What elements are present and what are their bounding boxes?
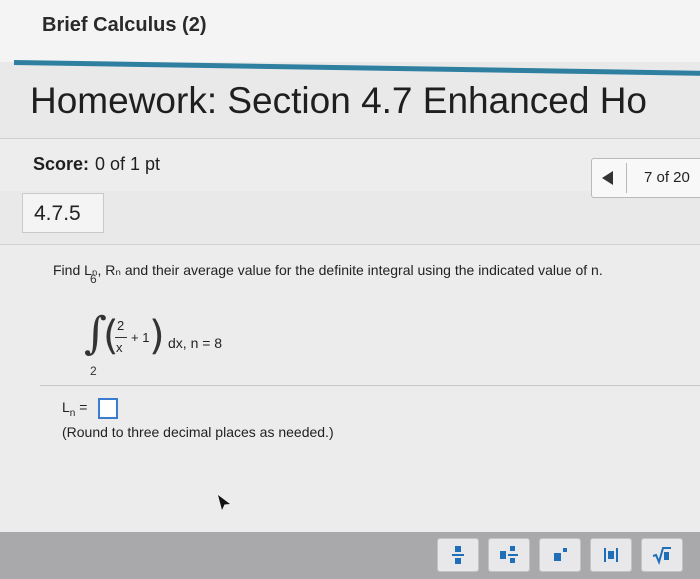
pager-divider (626, 163, 627, 193)
fraction-bar (115, 337, 127, 338)
exponent-button[interactable] (539, 538, 581, 572)
answer-divider (40, 385, 700, 386)
fraction-denominator: x (116, 340, 123, 355)
accent-bar (13, 60, 700, 76)
answer-label-letter: L (62, 399, 70, 415)
mixed-number-button[interactable] (488, 538, 530, 572)
question-position[interactable]: 7 of 20 (644, 169, 690, 186)
mixed-number-icon (500, 546, 518, 563)
fraction-numerator: 2 (117, 318, 125, 333)
answer-label-equals: = (75, 399, 88, 415)
score-label: Score: (33, 154, 90, 174)
plus-one: + 1 (131, 330, 150, 345)
mouse-cursor-icon (218, 495, 230, 510)
course-title[interactable]: Brief Calculus (2) (42, 14, 206, 37)
homework-title: Homework: Section 4.7 Enhanced Ho (30, 80, 648, 121)
integral-upper-limit: 6 (90, 272, 97, 286)
question-pager[interactable]: 7 of 20 (591, 158, 700, 198)
absolute-value-icon (604, 548, 618, 562)
square-root-icon (652, 547, 671, 565)
question-area (0, 244, 700, 535)
previous-arrow-icon[interactable] (602, 171, 613, 185)
dx-and-n: dx, n = 8 (168, 335, 223, 351)
ln-answer-input[interactable] (98, 398, 118, 419)
absolute-value-button[interactable] (590, 538, 632, 572)
rounding-note: (Round to three decimal places as needed… (62, 424, 334, 440)
section-number: 4.7.5 (34, 202, 81, 225)
right-paren-icon: ) (149, 313, 165, 359)
fraction-icon (452, 546, 464, 564)
question-prompt: Find Lₙ, Rₙ and their average value for … (53, 262, 603, 278)
integral-lower-limit: 2 (90, 364, 97, 378)
exponent-icon (554, 548, 567, 561)
square-root-button[interactable] (641, 538, 683, 572)
answer-label: Ln = (62, 399, 87, 419)
score-value: 0 of 1 pt (95, 154, 161, 174)
fraction-button[interactable] (437, 538, 479, 572)
